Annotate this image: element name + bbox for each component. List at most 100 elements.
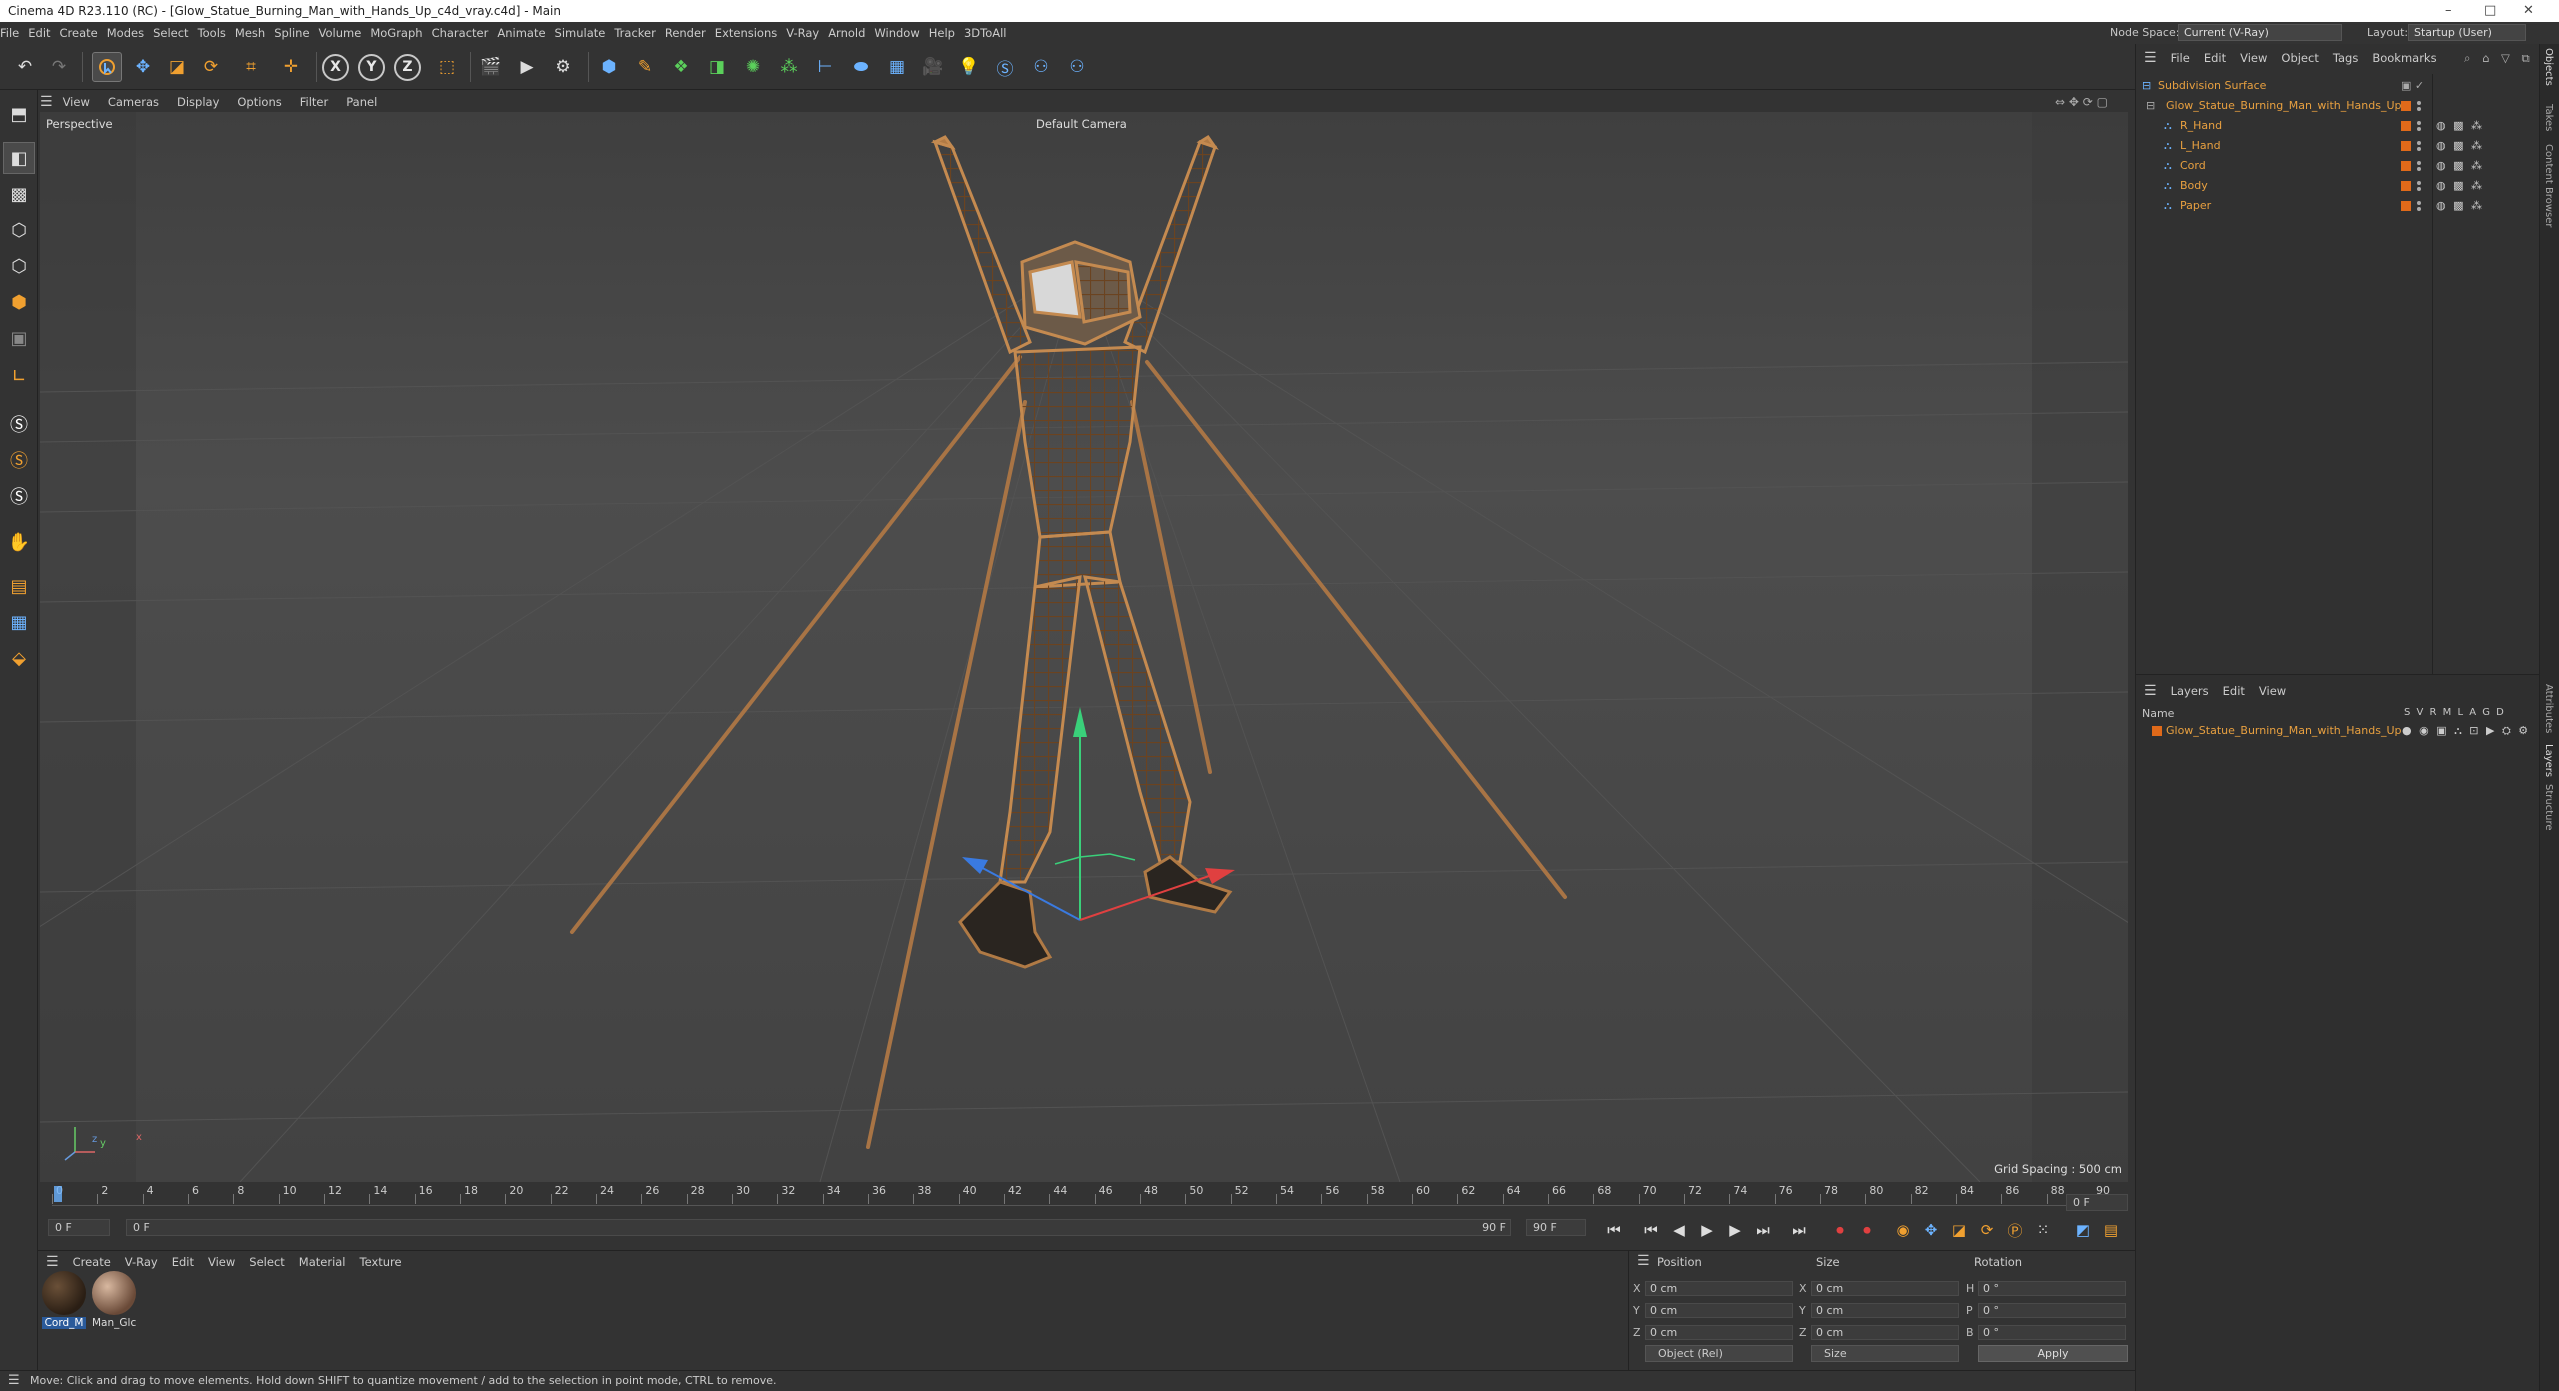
autokey-icon[interactable]: ⏺: [1856, 1219, 1878, 1241]
material-swatch-man[interactable]: [92, 1271, 136, 1315]
viewport-nav-icons[interactable]: ⇔ ✥ ⟳ ▢: [2055, 92, 2108, 112]
tab-content-browser[interactable]: Content Browser: [2543, 144, 2554, 227]
node-space-dropdown[interactable]: Current (V-Ray): [2178, 24, 2342, 41]
menu-simulate[interactable]: Simulate: [555, 22, 615, 44]
axis-mode-icon[interactable]: ∟: [3, 360, 35, 392]
fracture-icon[interactable]: ⁂: [774, 52, 804, 82]
locked-workplane-icon[interactable]: ⬙: [3, 642, 35, 674]
maximize-icon[interactable]: □: [2484, 0, 2496, 22]
next-frame-icon[interactable]: ▶: [1724, 1219, 1746, 1241]
layer-menu-view[interactable]: View: [2259, 681, 2286, 701]
y-axis-lock-button[interactable]: Y: [358, 54, 385, 81]
rotation-b-field[interactable]: 0 °: [1978, 1325, 2126, 1340]
python-icon[interactable]: ⚇: [1026, 52, 1056, 82]
material-tags-icon[interactable]: ◍ ▩ ⁂: [2436, 156, 2484, 176]
keyframe-selection-icon[interactable]: ◉: [1892, 1219, 1914, 1241]
apply-button[interactable]: Apply: [1978, 1345, 2128, 1362]
position-x-field[interactable]: 0 cm: [1645, 1281, 1793, 1296]
next-key-icon[interactable]: ⏭: [1752, 1219, 1774, 1241]
material-menu-select[interactable]: Select: [249, 1251, 284, 1273]
render-settings-icon[interactable]: ⚙: [548, 52, 578, 82]
menu-select[interactable]: Select: [153, 22, 197, 44]
menu-render[interactable]: Render: [665, 22, 715, 44]
object-row-r-hand[interactable]: ⛬ R_Hand ◍ ▩ ⁂: [2136, 116, 2539, 136]
position-key-icon[interactable]: ✥: [1920, 1219, 1942, 1241]
material-menu-create[interactable]: Create: [73, 1251, 111, 1273]
menu-extensions[interactable]: Extensions: [715, 22, 786, 44]
position-y-field[interactable]: 0 cm: [1645, 1303, 1793, 1318]
extrude-icon[interactable]: ◨: [702, 52, 732, 82]
viewport-menu-display[interactable]: Display: [177, 92, 219, 112]
cloner-icon[interactable]: ✺: [738, 52, 768, 82]
coordinate-mode-dropdown[interactable]: Object (Rel): [1645, 1345, 1793, 1362]
viewport-menu-cameras[interactable]: Cameras: [108, 92, 159, 112]
material-tags-icon[interactable]: ◍ ▩ ⁂: [2436, 116, 2484, 136]
object-menu-file[interactable]: File: [2171, 48, 2190, 68]
layer-color-tag[interactable]: [2401, 141, 2411, 151]
menu-character[interactable]: Character: [432, 22, 498, 44]
layer-color-tag[interactable]: [2401, 101, 2411, 111]
material-tags-icon[interactable]: ◍ ▩ ⁂: [2436, 136, 2484, 156]
add-axis-icon[interactable]: ✛: [276, 52, 306, 82]
hamburger-icon[interactable]: ☰: [1637, 1253, 1650, 1269]
rotation-key-icon[interactable]: ⟳: [1976, 1219, 1998, 1241]
tab-takes[interactable]: Takes: [2543, 104, 2554, 131]
viewport-menu-panel[interactable]: Panel: [346, 92, 377, 112]
make-editable-icon[interactable]: ⬒: [3, 98, 35, 130]
layer-row[interactable]: Glow_Statue_Burning_Man_with_Hands_Up ● …: [2136, 721, 2539, 741]
snap-settings-icon[interactable]: Ⓢ: [3, 444, 35, 476]
hamburger-icon[interactable]: ☰: [2144, 681, 2157, 701]
scale-key-icon[interactable]: ◪: [1948, 1219, 1970, 1241]
polygons-mode-icon[interactable]: ⬢: [3, 286, 35, 318]
size-mode-dropdown[interactable]: Size: [1811, 1345, 1959, 1362]
floor-icon[interactable]: ▦: [882, 52, 912, 82]
menu-vray[interactable]: V-Ray: [786, 22, 828, 44]
grid-icon[interactable]: ▦: [3, 606, 35, 638]
cube-icon[interactable]: ⬢: [594, 52, 624, 82]
material-menu-material[interactable]: Material: [299, 1251, 346, 1273]
record-icon[interactable]: ⏺: [1829, 1219, 1851, 1241]
camera-icon[interactable]: 🎥: [918, 52, 948, 82]
material-menu-view[interactable]: View: [208, 1251, 235, 1273]
layer-color-tag[interactable]: [2401, 201, 2411, 211]
x-axis-lock-button[interactable]: X: [322, 54, 349, 81]
tab-structure[interactable]: Structure: [2543, 784, 2554, 831]
object-row-cord[interactable]: ⛬ Cord ◍ ▩ ⁂: [2136, 156, 2539, 176]
go-to-end-icon[interactable]: ⏭: [1788, 1219, 1810, 1241]
layer-menu-layers[interactable]: Layers: [2171, 681, 2209, 701]
object-row-subdivision[interactable]: ⊟ Subdivision Surface ▣ ✓: [2136, 76, 2539, 96]
3d-viewport[interactable]: Perspective Default Camera y x z Grid Sp…: [40, 112, 2128, 1182]
size-x-field[interactable]: 0 cm: [1811, 1281, 1959, 1296]
play-icon[interactable]: ▶: [1696, 1219, 1718, 1241]
tab-objects[interactable]: Objects: [2543, 48, 2554, 86]
menu-window[interactable]: Window: [874, 22, 928, 44]
menu-tracker[interactable]: Tracker: [614, 22, 665, 44]
rotation-p-field[interactable]: 0 °: [1978, 1303, 2126, 1318]
material-menu-texture[interactable]: Texture: [360, 1251, 402, 1273]
layer-color-tag[interactable]: [2401, 121, 2411, 131]
visibility-check-icon[interactable]: ▣ ✓: [2401, 76, 2424, 96]
layer-menu-edit[interactable]: Edit: [2223, 681, 2245, 701]
menu-file[interactable]: File: [0, 22, 28, 44]
menu-create[interactable]: Create: [60, 22, 107, 44]
texture-mode-icon[interactable]: ▩: [3, 178, 35, 210]
undo-icon[interactable]: ↶: [10, 52, 40, 82]
z-axis-lock-button[interactable]: Z: [394, 54, 421, 81]
render-region-icon[interactable]: 🎬: [476, 52, 506, 82]
hamburger-icon[interactable]: ☰: [40, 92, 53, 112]
object-row-body[interactable]: ⛬ Body ◍ ▩ ⁂: [2136, 176, 2539, 196]
layer-flag-icons[interactable]: ● ◉ ▣ ⛬ ⊡ ▶ ⛭ ⚙: [2402, 721, 2530, 741]
hamburger-icon[interactable]: ☰: [2144, 48, 2157, 68]
previous-frame-icon[interactable]: ◀: [1668, 1219, 1690, 1241]
menu-mesh[interactable]: Mesh: [235, 22, 274, 44]
menu-help[interactable]: Help: [929, 22, 964, 44]
timeline-ruler[interactable]: 0246810121416182022242628303234363840424…: [52, 1184, 2122, 1206]
object-row-glow-statue[interactable]: ⊟ Glow_Statue_Burning_Man_with_Hands_Up: [2136, 96, 2539, 116]
size-y-field[interactable]: 0 cm: [1811, 1303, 1959, 1318]
layout-dropdown[interactable]: Startup (User): [2408, 24, 2526, 41]
object-search-icons[interactable]: ⌕ ⌂ ▽ ⧉: [2464, 48, 2534, 68]
tab-attributes[interactable]: Attributes: [2543, 684, 2554, 733]
object-menu-edit[interactable]: Edit: [2204, 48, 2226, 68]
point-level-icon[interactable]: ⁙: [2032, 1219, 2054, 1241]
material-menu-edit[interactable]: Edit: [172, 1251, 194, 1273]
